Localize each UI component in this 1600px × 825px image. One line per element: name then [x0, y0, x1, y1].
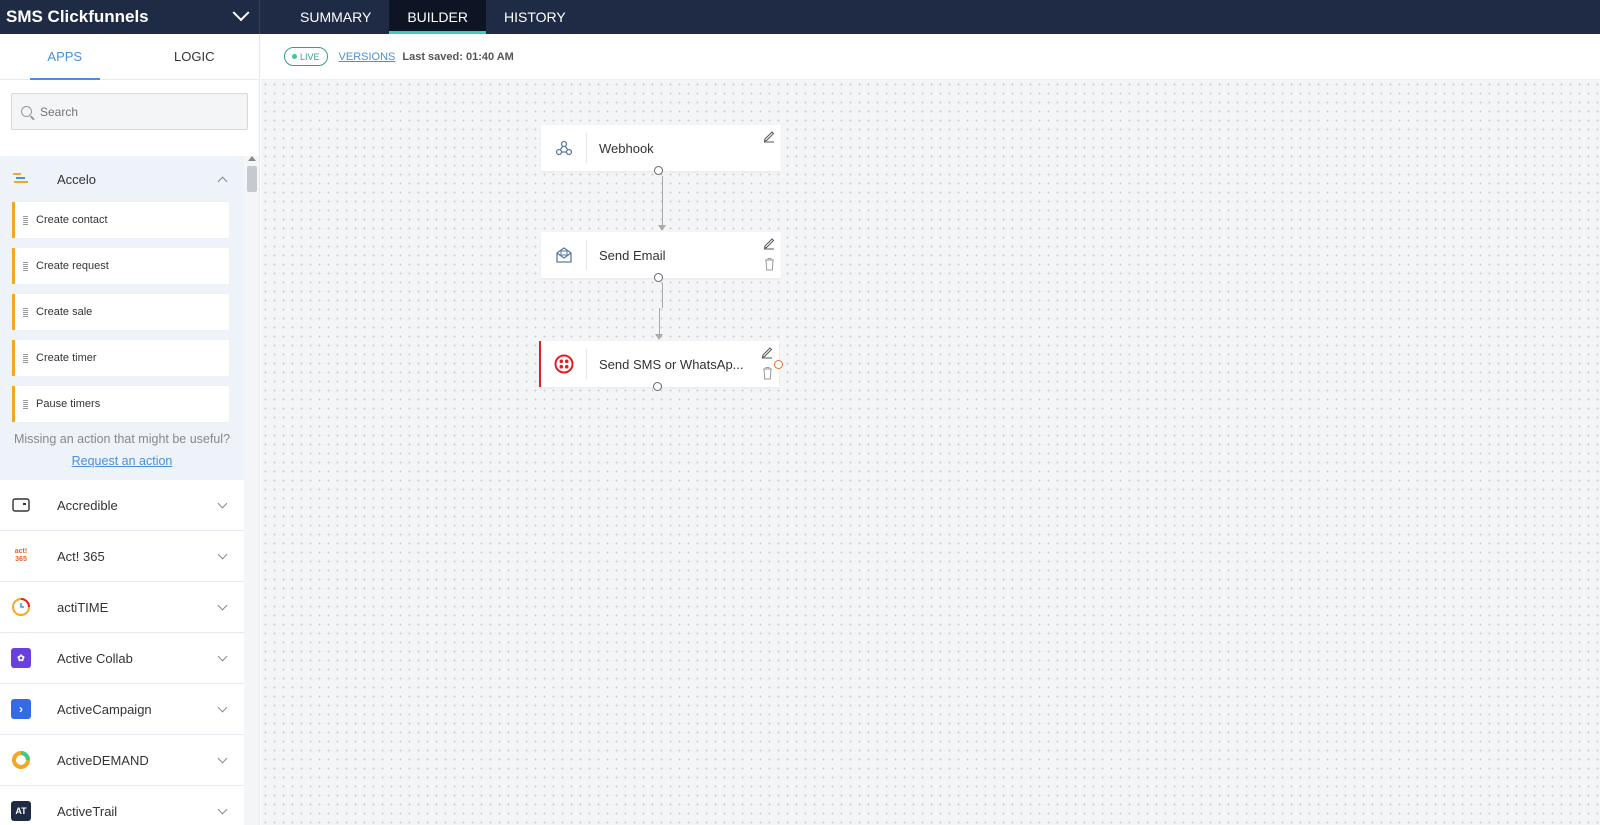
- live-dot-icon: [292, 54, 297, 59]
- trash-icon[interactable]: [761, 366, 774, 380]
- node-label: Send SMS or WhatsAp...: [599, 356, 744, 372]
- trash-icon[interactable]: [763, 257, 776, 271]
- panel-tabs: APPS LOGIC: [0, 34, 259, 80]
- connector-port[interactable]: [653, 382, 662, 391]
- app-list: Accelo Create contact Create request Cre…: [0, 156, 244, 825]
- tab-logic[interactable]: LOGIC: [130, 34, 260, 79]
- chevron-down-icon[interactable]: [217, 702, 228, 712]
- app-name: ActiveCampaign: [57, 701, 152, 717]
- actitime-logo-icon: [11, 597, 31, 617]
- top-bar: SMS Clickfunnels SUMMARY BUILDER HISTORY: [0, 0, 1600, 34]
- action-item[interactable]: Pause timers: [12, 386, 229, 422]
- chevron-down-icon[interactable]: [217, 600, 228, 610]
- flow-connector: [662, 283, 663, 308]
- act365-logo-icon: act! 365: [14, 548, 28, 563]
- workflow-title: SMS Clickfunnels: [6, 7, 149, 26]
- app-row-actitime[interactable]: actiTIME: [0, 582, 244, 633]
- app-group-accelo: Accelo Create contact Create request Cre…: [0, 156, 244, 480]
- app-row-accelo[interactable]: Accelo: [0, 156, 244, 202]
- tab-summary[interactable]: SUMMARY: [282, 0, 389, 34]
- edit-icon[interactable]: [762, 236, 776, 250]
- scrollbar[interactable]: [244, 156, 259, 825]
- drag-handle-icon[interactable]: [23, 307, 28, 317]
- app-row-activetrail[interactable]: AT ActiveTrail: [0, 786, 244, 825]
- connector-port[interactable]: [654, 166, 663, 175]
- app-row-activecollab[interactable]: ✿ Active Collab: [0, 633, 244, 684]
- status-label: LIVE: [300, 51, 320, 62]
- last-saved-text: Last saved: 01:40 AM: [402, 50, 514, 63]
- workflow-title-dropdown[interactable]: SMS Clickfunnels: [0, 0, 260, 34]
- connector-port[interactable]: [654, 273, 663, 282]
- app-name: Active Collab: [57, 650, 133, 666]
- tab-builder[interactable]: BUILDER: [389, 0, 486, 34]
- app-row-act365[interactable]: act! 365 Act! 365: [0, 531, 244, 582]
- action-label: Create sale: [36, 306, 93, 318]
- app-name: ActiveTrail: [57, 803, 118, 819]
- activedemand-logo-icon: [11, 750, 31, 770]
- action-label: Create contact: [36, 214, 108, 226]
- app-name: Act! 365: [57, 548, 105, 564]
- request-action-link[interactable]: Request an action: [0, 454, 244, 468]
- edit-icon[interactable]: [762, 129, 776, 143]
- chevron-down-icon[interactable]: [217, 651, 228, 661]
- app-row-activecampaign[interactable]: › ActiveCampaign: [0, 684, 244, 735]
- flow-node-send-email[interactable]: Send Email: [541, 232, 781, 282]
- flow-connector: [659, 308, 660, 335]
- app-row-accredible[interactable]: Accredible: [0, 480, 244, 531]
- card-icon: [11, 495, 31, 515]
- scrollbar-thumb[interactable]: [247, 166, 257, 192]
- action-item[interactable]: Create request: [12, 248, 229, 284]
- app-name: ActiveDEMAND: [57, 752, 149, 768]
- action-label: Create request: [36, 260, 109, 272]
- drag-handle-icon[interactable]: [23, 399, 28, 409]
- arrow-down-icon: [658, 225, 666, 231]
- builder-canvas[interactable]: Webhook Send Email Send SMS or WhatsAp..…: [261, 80, 1600, 825]
- action-label: Create timer: [36, 352, 97, 364]
- arrow-down-icon: [655, 334, 663, 340]
- action-item[interactable]: Create sale: [12, 294, 229, 330]
- twilio-icon: [541, 349, 587, 379]
- app-name: actiTIME: [57, 599, 109, 615]
- chevron-down-icon: [232, 4, 250, 22]
- apps-panel: APPS LOGIC Accelo Create contact Create …: [0, 34, 260, 825]
- accelo-logo-icon: [11, 169, 31, 189]
- action-item[interactable]: Create timer: [12, 340, 229, 376]
- main-nav: SUMMARY BUILDER HISTORY: [282, 0, 584, 34]
- scroll-up-icon[interactable]: [248, 156, 256, 161]
- webhook-icon: [541, 133, 587, 163]
- flow-node-send-sms[interactable]: Send SMS or WhatsAp...: [539, 341, 783, 391]
- drag-handle-icon[interactable]: [23, 353, 28, 363]
- tab-history[interactable]: HISTORY: [486, 0, 584, 34]
- chevron-up-icon[interactable]: [217, 176, 228, 186]
- chevron-down-icon[interactable]: [217, 804, 228, 814]
- search-icon: [21, 106, 32, 117]
- activecampaign-logo-icon: ›: [11, 699, 31, 719]
- versions-link[interactable]: VERSIONS: [339, 51, 396, 63]
- tab-apps[interactable]: APPS: [0, 34, 130, 80]
- builder-subheader: LIVE VERSIONS Last saved: 01:40 AM: [261, 34, 1600, 80]
- missing-action-text: Missing an action that might be useful?: [13, 432, 231, 446]
- app-name: Accredible: [57, 497, 118, 513]
- app-row-activedemand[interactable]: ActiveDEMAND: [0, 735, 244, 786]
- branch-port[interactable]: [774, 360, 783, 369]
- app-name: Accelo: [57, 171, 97, 187]
- chevron-down-icon[interactable]: [217, 498, 228, 508]
- status-badge: LIVE: [284, 47, 328, 66]
- flow-node-webhook[interactable]: Webhook: [541, 125, 781, 175]
- node-label: Webhook: [599, 140, 654, 156]
- drag-handle-icon[interactable]: [23, 215, 28, 225]
- edit-icon[interactable]: [760, 345, 774, 359]
- activetrail-logo-icon: AT: [11, 801, 31, 821]
- chevron-down-icon[interactable]: [217, 753, 228, 763]
- node-label: Send Email: [599, 247, 666, 263]
- action-label: Pause timers: [36, 398, 101, 410]
- drag-handle-icon[interactable]: [23, 261, 28, 271]
- search-box[interactable]: [11, 93, 248, 130]
- email-icon: [541, 240, 587, 270]
- activecollab-logo-icon: ✿: [11, 648, 31, 668]
- chevron-down-icon[interactable]: [217, 549, 228, 559]
- flow-connector: [662, 176, 663, 226]
- search-input[interactable]: [40, 104, 230, 119]
- action-item[interactable]: Create contact: [12, 202, 229, 238]
